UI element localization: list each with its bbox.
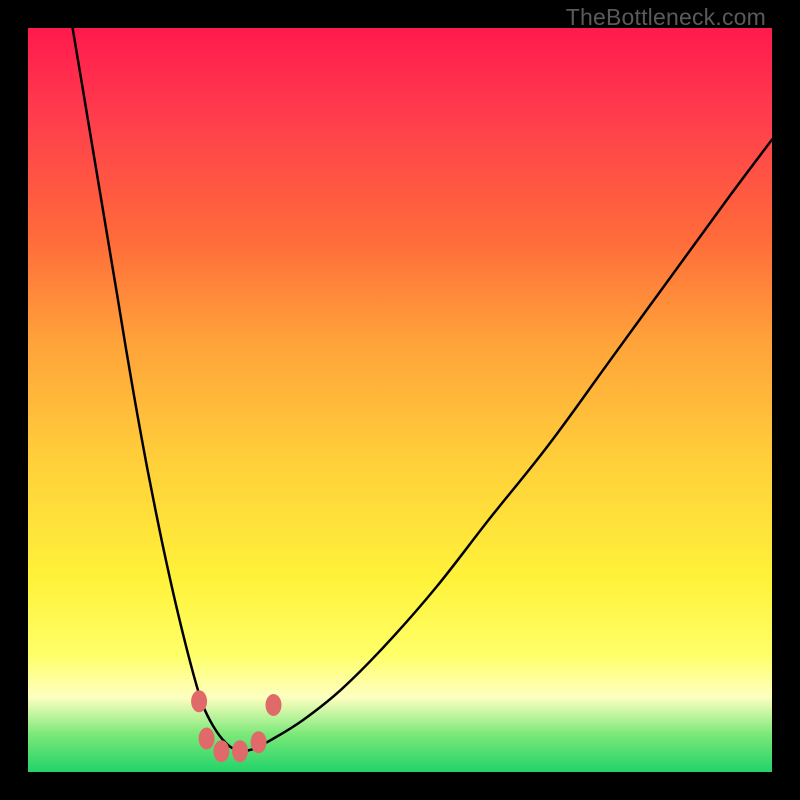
marker-left-lower: [199, 728, 215, 750]
marker-right-upper: [266, 694, 282, 716]
marker-bottom-1: [213, 740, 229, 762]
chart-markers: [191, 690, 281, 762]
marker-left-upper: [191, 690, 207, 712]
bottleneck-chart-svg: [28, 28, 772, 772]
marker-bottom-2: [232, 740, 248, 762]
bottleneck-curve: [73, 28, 772, 751]
marker-right-lower: [251, 731, 267, 753]
chart-plot-area: [28, 28, 772, 772]
watermark-text: TheBottleneck.com: [566, 4, 766, 31]
